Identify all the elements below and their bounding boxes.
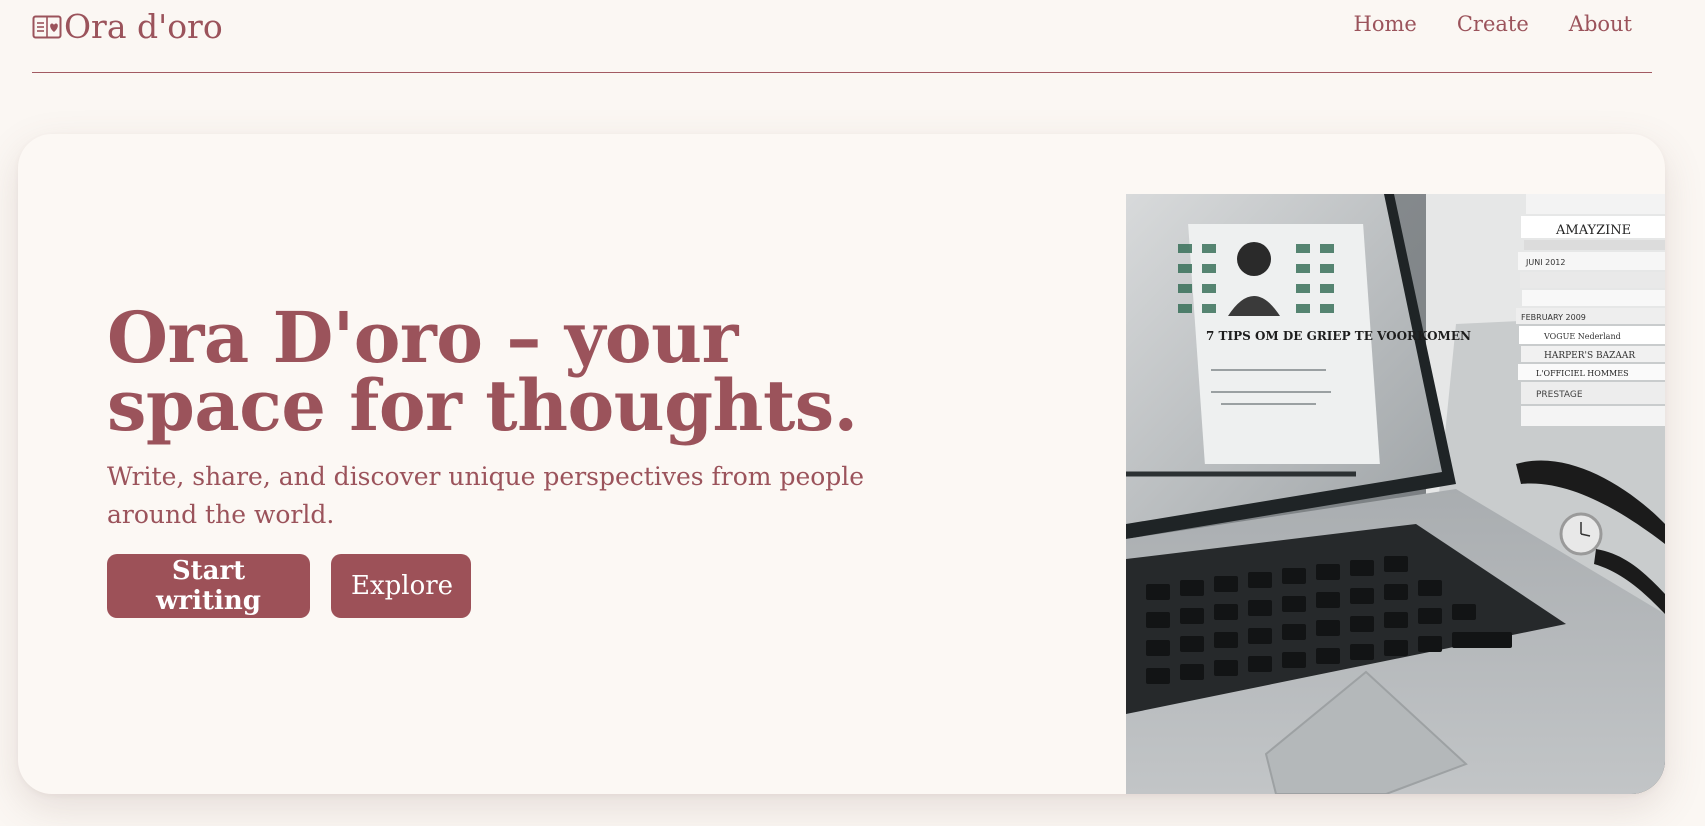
hero-image: 7 TIPS OM DE GRIEP TE VOORKOMEN AMAYZINE…	[1126, 194, 1665, 794]
main-nav: Home Create About	[1354, 12, 1632, 36]
magazine-stack: AMAYZINE JUNI 2012 FEBRUARY 2009 VOGUE N…	[1516, 194, 1665, 426]
hero-subtitle: Write, share, and discover unique perspe…	[107, 462, 865, 529]
nav-home[interactable]: Home	[1354, 12, 1417, 36]
hero-title: Ora D'oro – your space for thoughts.	[107, 296, 858, 447]
svg-text:PRESTAGE: PRESTAGE	[1536, 390, 1583, 400]
nav-create[interactable]: Create	[1457, 12, 1529, 36]
svg-text:AMAYZINE: AMAYZINE	[1555, 223, 1631, 238]
svg-text:HARPER'S BAZAAR: HARPER'S BAZAAR	[1544, 351, 1635, 361]
laptop-magazines-photo: 7 TIPS OM DE GRIEP TE VOORKOMEN AMAYZINE…	[1126, 194, 1665, 794]
screen-headline: 7 TIPS OM DE GRIEP TE VOORKOMEN	[1206, 329, 1471, 343]
brand-name: Ora d'oro	[64, 7, 223, 46]
svg-text:FEBRUARY 2009: FEBRUARY 2009	[1521, 313, 1586, 322]
svg-text:VOGUE Nederland: VOGUE Nederland	[1543, 332, 1621, 341]
site-header: Ora d'oro Home Create About	[32, 0, 1652, 73]
start-writing-button[interactable]: Start writing	[107, 554, 310, 618]
svg-text:L'OFFICIEL HOMMES: L'OFFICIEL HOMMES	[1536, 369, 1629, 378]
nav-about[interactable]: About	[1569, 12, 1632, 36]
svg-text:JUNI 2012: JUNI 2012	[1525, 258, 1565, 267]
brand-logo[interactable]: Ora d'oro	[32, 9, 223, 45]
book-heart-icon	[32, 15, 62, 39]
explore-button[interactable]: Explore	[331, 554, 471, 618]
hero-card: Ora D'oro – your space for thoughts. Wri…	[18, 134, 1665, 794]
